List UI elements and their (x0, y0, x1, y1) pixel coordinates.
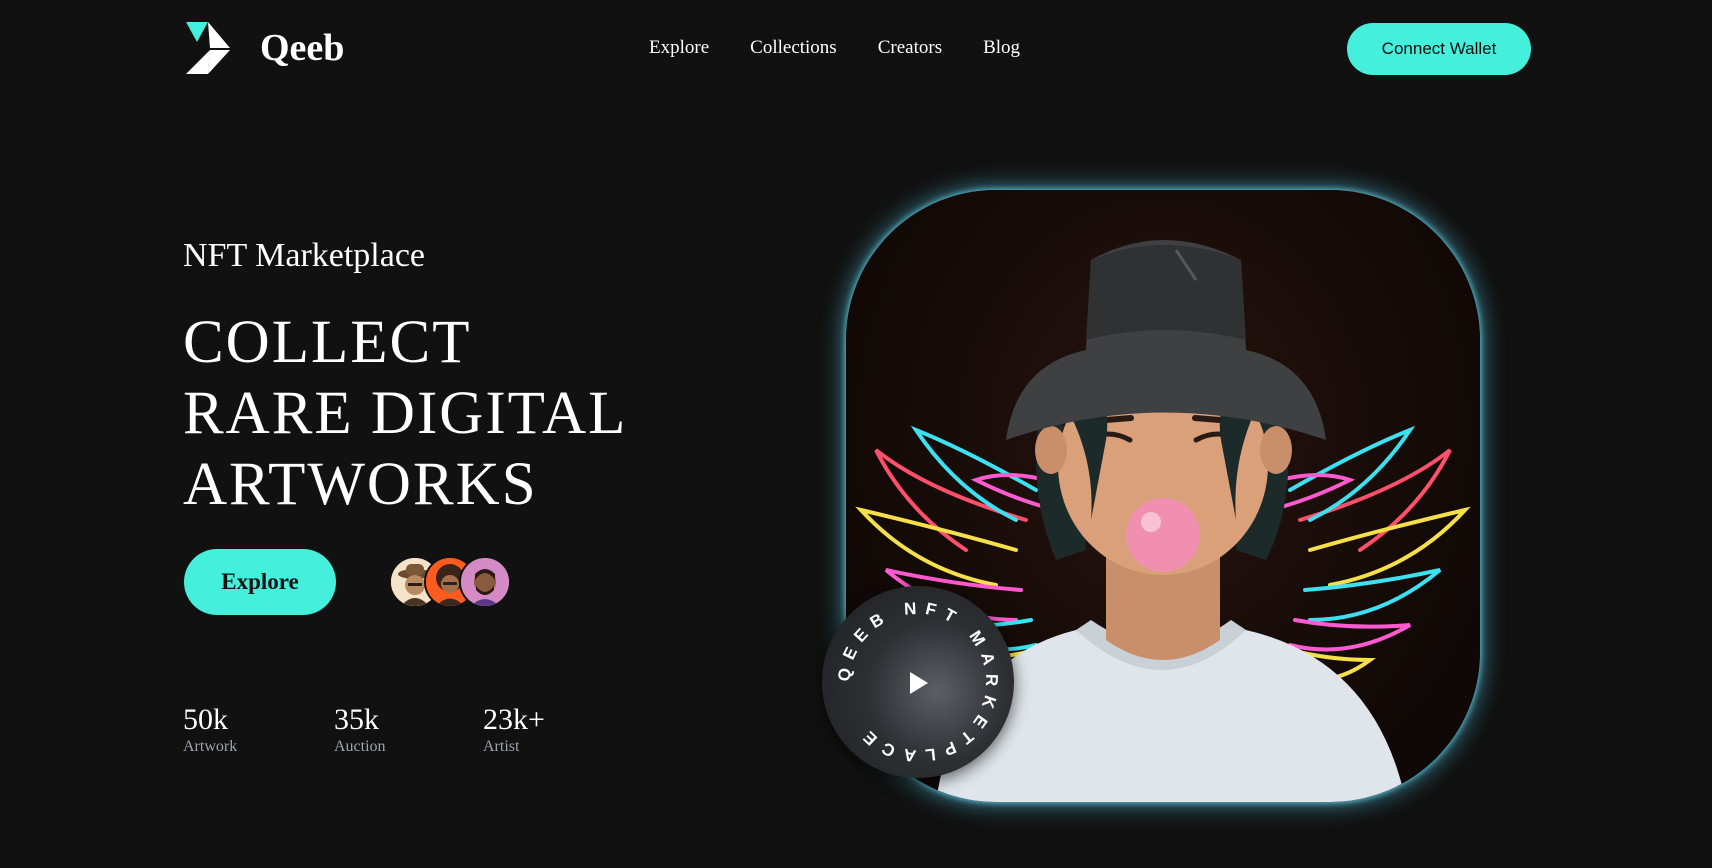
hero-headline: COLLECT RARE DIGITAL ARTWORKS (183, 307, 627, 520)
nav-creators[interactable]: Creators (878, 36, 942, 60)
hero-eyebrow: NFT Marketplace (183, 237, 426, 274)
nav-explore[interactable]: Explore (649, 36, 709, 60)
nft-marketplace-badge[interactable]: QEEB NFT MARKETPLACE (822, 586, 1014, 778)
stat-value: 23k+ (483, 703, 545, 736)
brand-name: Qeeb (260, 27, 345, 69)
nav-blog[interactable]: Blog (983, 36, 1020, 60)
headline-line-2: RARE DIGITAL (183, 380, 628, 447)
brand-logo[interactable]: Qeeb (184, 20, 344, 76)
stat-artist: 23k+ Artist (483, 702, 545, 756)
avatar-group[interactable] (389, 556, 513, 608)
stat-label: Artwork (183, 738, 238, 755)
logo-icon (186, 22, 230, 74)
stat-label: Artist (483, 738, 520, 755)
headline-line-1: COLLECT (183, 309, 472, 376)
stat-label: Auction (334, 738, 386, 755)
connect-wallet-button[interactable]: Connect Wallet (1347, 23, 1531, 75)
stat-value: 50k (183, 703, 228, 736)
stat-artwork: 50k Artwork (183, 702, 237, 756)
stat-auction: 35k Auction (334, 702, 386, 756)
nav-collections[interactable]: Collections (750, 36, 837, 60)
stat-value: 35k (334, 703, 379, 736)
explore-button[interactable]: Explore (184, 549, 336, 615)
main-nav: Explore Collections Creators Blog (649, 36, 1061, 60)
bearded-avatar (459, 556, 511, 608)
play-icon (910, 672, 928, 694)
headline-line-3: ARTWORKS (183, 451, 538, 518)
